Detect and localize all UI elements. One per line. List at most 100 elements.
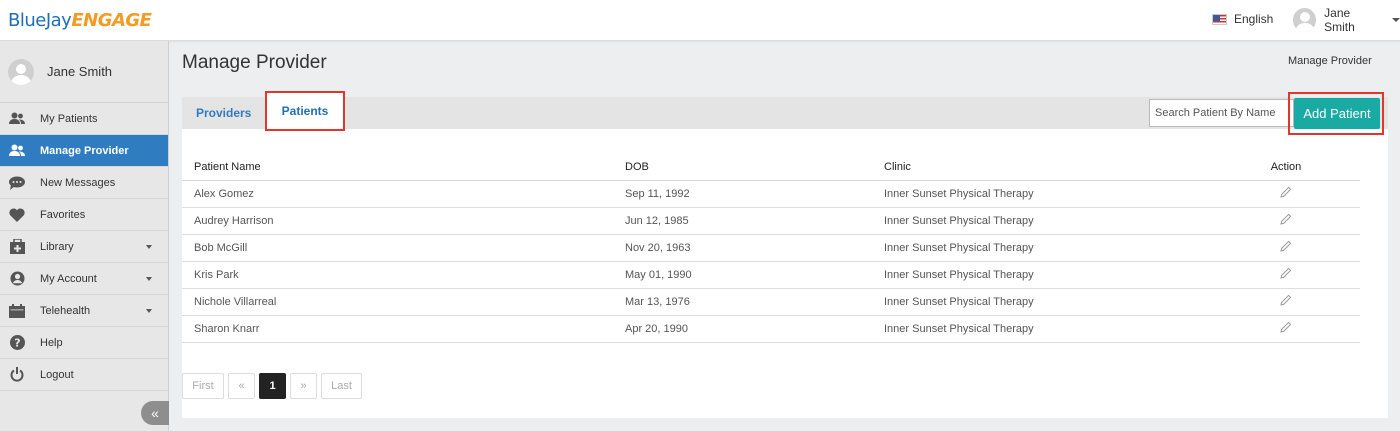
pagination-first[interactable]: First: [182, 373, 224, 399]
action-cell: [1212, 261, 1360, 289]
breadcrumb[interactable]: Manage Provider: [1288, 55, 1372, 67]
power-icon: [9, 367, 25, 383]
tab-bar: Providers Patients Add Patient: [182, 91, 1388, 135]
dob-cell: Apr 20, 1990: [613, 315, 872, 343]
heart-icon: [9, 207, 25, 223]
edit-pencil-icon[interactable]: [1280, 321, 1292, 336]
action-cell: [1212, 315, 1360, 343]
add-patient-highlight: Add Patient: [1288, 92, 1384, 135]
column-header-clinic[interactable]: Clinic: [872, 154, 1212, 181]
account-icon: [9, 271, 25, 287]
edit-pencil-icon[interactable]: [1280, 186, 1292, 201]
patients-table: Patient Name DOB Clinic Action Alex Gome…: [182, 154, 1360, 343]
sidebar-item-library[interactable]: Library: [0, 231, 168, 263]
dob-cell: Jun 12, 1985: [613, 207, 872, 235]
patients-icon: [9, 111, 25, 127]
chat-icon: [9, 175, 25, 191]
patient-name-cell: Alex Gomez: [182, 180, 613, 208]
pagination: First « 1 » Last: [182, 373, 362, 399]
table-row[interactable]: Bob McGill Nov 20, 1963 Inner Sunset Phy…: [182, 234, 1360, 262]
sidebar-item-label: New Messages: [40, 176, 116, 189]
column-header-action: Action: [1212, 154, 1360, 181]
sidebar-item-label: My Patients: [40, 112, 98, 125]
tab-providers[interactable]: Providers: [196, 97, 251, 129]
library-icon: [9, 239, 25, 255]
page-title: Manage Provider: [182, 52, 327, 73]
sidebar-item-my-patients[interactable]: My Patients: [0, 103, 168, 135]
patient-name-cell: Nichole Villarreal: [182, 288, 613, 316]
sidebar: Jane Smith My Patients Manage Provider N…: [0, 41, 169, 431]
sidebar-item-label: Telehealth: [40, 304, 91, 317]
chevron-down-icon: [146, 245, 152, 249]
action-cell: [1212, 180, 1360, 208]
pagination-current-page[interactable]: 1: [259, 373, 286, 399]
language-selector[interactable]: English: [1212, 12, 1273, 26]
add-patient-button[interactable]: Add Patient: [1294, 98, 1380, 129]
patient-name-cell: Bob McGill: [182, 234, 613, 262]
sidebar-item-manage-provider[interactable]: Manage Provider: [0, 135, 168, 167]
edit-pencil-icon[interactable]: [1280, 294, 1292, 309]
table-header-row: Patient Name DOB Clinic Action: [182, 154, 1360, 181]
sidebar-user: Jane Smith: [0, 41, 168, 103]
pagination-last[interactable]: Last: [321, 373, 362, 399]
tab-patients[interactable]: Patients: [265, 91, 345, 131]
table-row[interactable]: Nichole Villarreal Mar 13, 1976 Inner Su…: [182, 288, 1360, 316]
chevron-down-icon: [146, 309, 152, 313]
action-cell: [1212, 207, 1360, 235]
bluejay-engage-logo[interactable]: BlueJayENGAGE: [8, 10, 152, 31]
table-row[interactable]: Sharon Knarr Apr 20, 1990 Inner Sunset P…: [182, 315, 1360, 343]
edit-pencil-icon[interactable]: [1280, 267, 1292, 282]
providers-icon: [9, 143, 25, 159]
table-row[interactable]: Audrey Harrison Jun 12, 1985 Inner Sunse…: [182, 207, 1360, 235]
user-name: Jane Smith: [1324, 6, 1355, 34]
sidebar-item-label: Favorites: [40, 208, 86, 221]
table-row[interactable]: Alex Gomez Sep 11, 1992 Inner Sunset Phy…: [182, 180, 1360, 208]
sidebar-item-telehealth[interactable]: Telehealth: [0, 295, 168, 327]
clinic-cell: Inner Sunset Physical Therapy: [872, 261, 1212, 289]
pagination-prev[interactable]: «: [228, 373, 255, 399]
table-row[interactable]: Kris Park May 01, 1990 Inner Sunset Phys…: [182, 261, 1360, 289]
sidebar-item-logout[interactable]: Logout: [0, 359, 168, 391]
sidebar-item-new-messages[interactable]: New Messages: [0, 167, 168, 199]
avatar: [1293, 8, 1317, 32]
dob-cell: Mar 13, 1976: [613, 288, 872, 316]
dob-cell: Nov 20, 1963: [613, 234, 872, 262]
sidebar-item-my-account[interactable]: My Account: [0, 263, 168, 295]
edit-pencil-icon[interactable]: [1280, 240, 1292, 255]
clinic-cell: Inner Sunset Physical Therapy: [872, 180, 1212, 208]
dob-cell: Sep 11, 1992: [613, 180, 872, 208]
sidebar-item-label: Help: [40, 336, 63, 349]
sidebar-item-label: Logout: [40, 368, 74, 381]
column-header-patient-name[interactable]: Patient Name: [182, 154, 613, 181]
patient-name-cell: Sharon Knarr: [182, 315, 613, 343]
chevron-down-icon: [1392, 18, 1400, 22]
calendar-icon: [9, 303, 25, 319]
main-panel: Providers Patients Add Patient Patient N…: [182, 91, 1388, 418]
clinic-cell: Inner Sunset Physical Therapy: [872, 207, 1212, 235]
edit-pencil-icon[interactable]: [1280, 213, 1292, 228]
avatar: [8, 58, 34, 85]
clinic-cell: Inner Sunset Physical Therapy: [872, 315, 1212, 343]
sidebar-item-label: My Account: [40, 272, 97, 285]
clinic-cell: Inner Sunset Physical Therapy: [872, 288, 1212, 316]
sidebar-user-name: Jane Smith: [47, 64, 113, 79]
user-menu[interactable]: Jane Smith: [1293, 6, 1400, 34]
clinic-cell: Inner Sunset Physical Therapy: [872, 234, 1212, 262]
action-cell: [1212, 234, 1360, 262]
dob-cell: May 01, 1990: [613, 261, 872, 289]
patient-name-cell: Audrey Harrison: [182, 207, 613, 235]
search-input[interactable]: [1149, 99, 1294, 127]
top-bar: BlueJayENGAGE English Jane Smith: [0, 0, 1400, 41]
us-flag-icon: [1212, 13, 1227, 25]
pagination-next[interactable]: »: [290, 373, 317, 399]
sidebar-item-help[interactable]: ? Help: [0, 327, 168, 359]
language-label: English: [1234, 12, 1274, 26]
sidebar-item-favorites[interactable]: Favorites: [0, 199, 168, 231]
patient-name-cell: Kris Park: [182, 261, 613, 289]
svg-text:?: ?: [14, 337, 20, 350]
sidebar-collapse-button[interactable]: «: [141, 401, 169, 425]
chevron-down-icon: [146, 277, 152, 281]
sidebar-item-label: Library: [40, 240, 74, 253]
column-header-dob[interactable]: DOB: [613, 154, 872, 181]
action-cell: [1212, 288, 1360, 316]
